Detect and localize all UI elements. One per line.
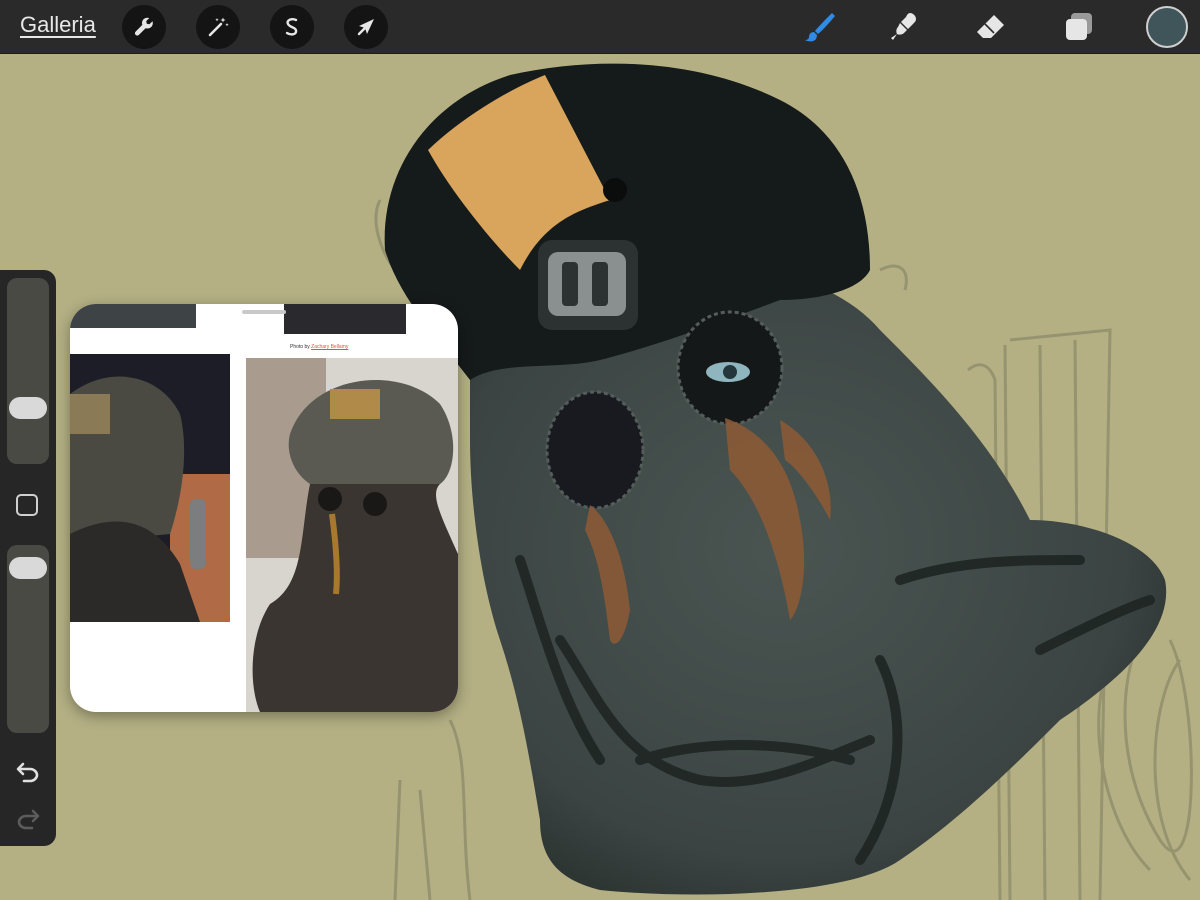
photo-credit: Photo by Zachary Bellamy: [290, 344, 348, 350]
modify-button[interactable]: [16, 494, 38, 516]
undo-icon[interactable]: [15, 758, 41, 784]
gallery-button[interactable]: Galleria: [20, 12, 96, 38]
reference-photo-right: [246, 358, 458, 712]
arrow-cursor-icon: [357, 19, 374, 36]
layers-button[interactable]: [1060, 8, 1098, 46]
reference-window[interactable]: Photo by Zachary Bellamy: [70, 304, 458, 712]
transform-button[interactable]: [344, 5, 388, 49]
selection-icon: [285, 18, 298, 36]
reference-image: [70, 304, 458, 712]
photo-credit-prefix: Photo by: [290, 344, 310, 350]
eraser-icon: [977, 15, 1004, 38]
photo-credit-author[interactable]: Zachary Bellamy: [311, 344, 348, 350]
magic-wand-icon: [208, 17, 229, 37]
eraser-tool-button[interactable]: [972, 8, 1010, 46]
wrench-icon: [134, 17, 153, 36]
reference-grabber[interactable]: [242, 310, 286, 314]
adjustments-button[interactable]: [196, 5, 240, 49]
opacity-handle[interactable]: [9, 556, 47, 579]
reference-photo-left: [70, 354, 230, 622]
opacity-slider[interactable]: [7, 545, 49, 733]
left-sidebar: [0, 270, 56, 846]
top-toolbar: Galleria: [0, 0, 1200, 53]
smudge-tool-button[interactable]: [886, 8, 924, 46]
layers-icon: [1066, 13, 1092, 40]
actions-button[interactable]: [122, 5, 166, 49]
smudge-icon: [891, 13, 916, 40]
paint-tool-button[interactable]: [800, 8, 838, 46]
redo-icon[interactable]: [15, 805, 41, 831]
color-picker-button[interactable]: [1146, 6, 1188, 48]
brush-icon: [805, 13, 835, 42]
brush-size-handle[interactable]: [9, 397, 47, 420]
selection-button[interactable]: [270, 5, 314, 49]
brush-size-slider[interactable]: [7, 278, 49, 464]
